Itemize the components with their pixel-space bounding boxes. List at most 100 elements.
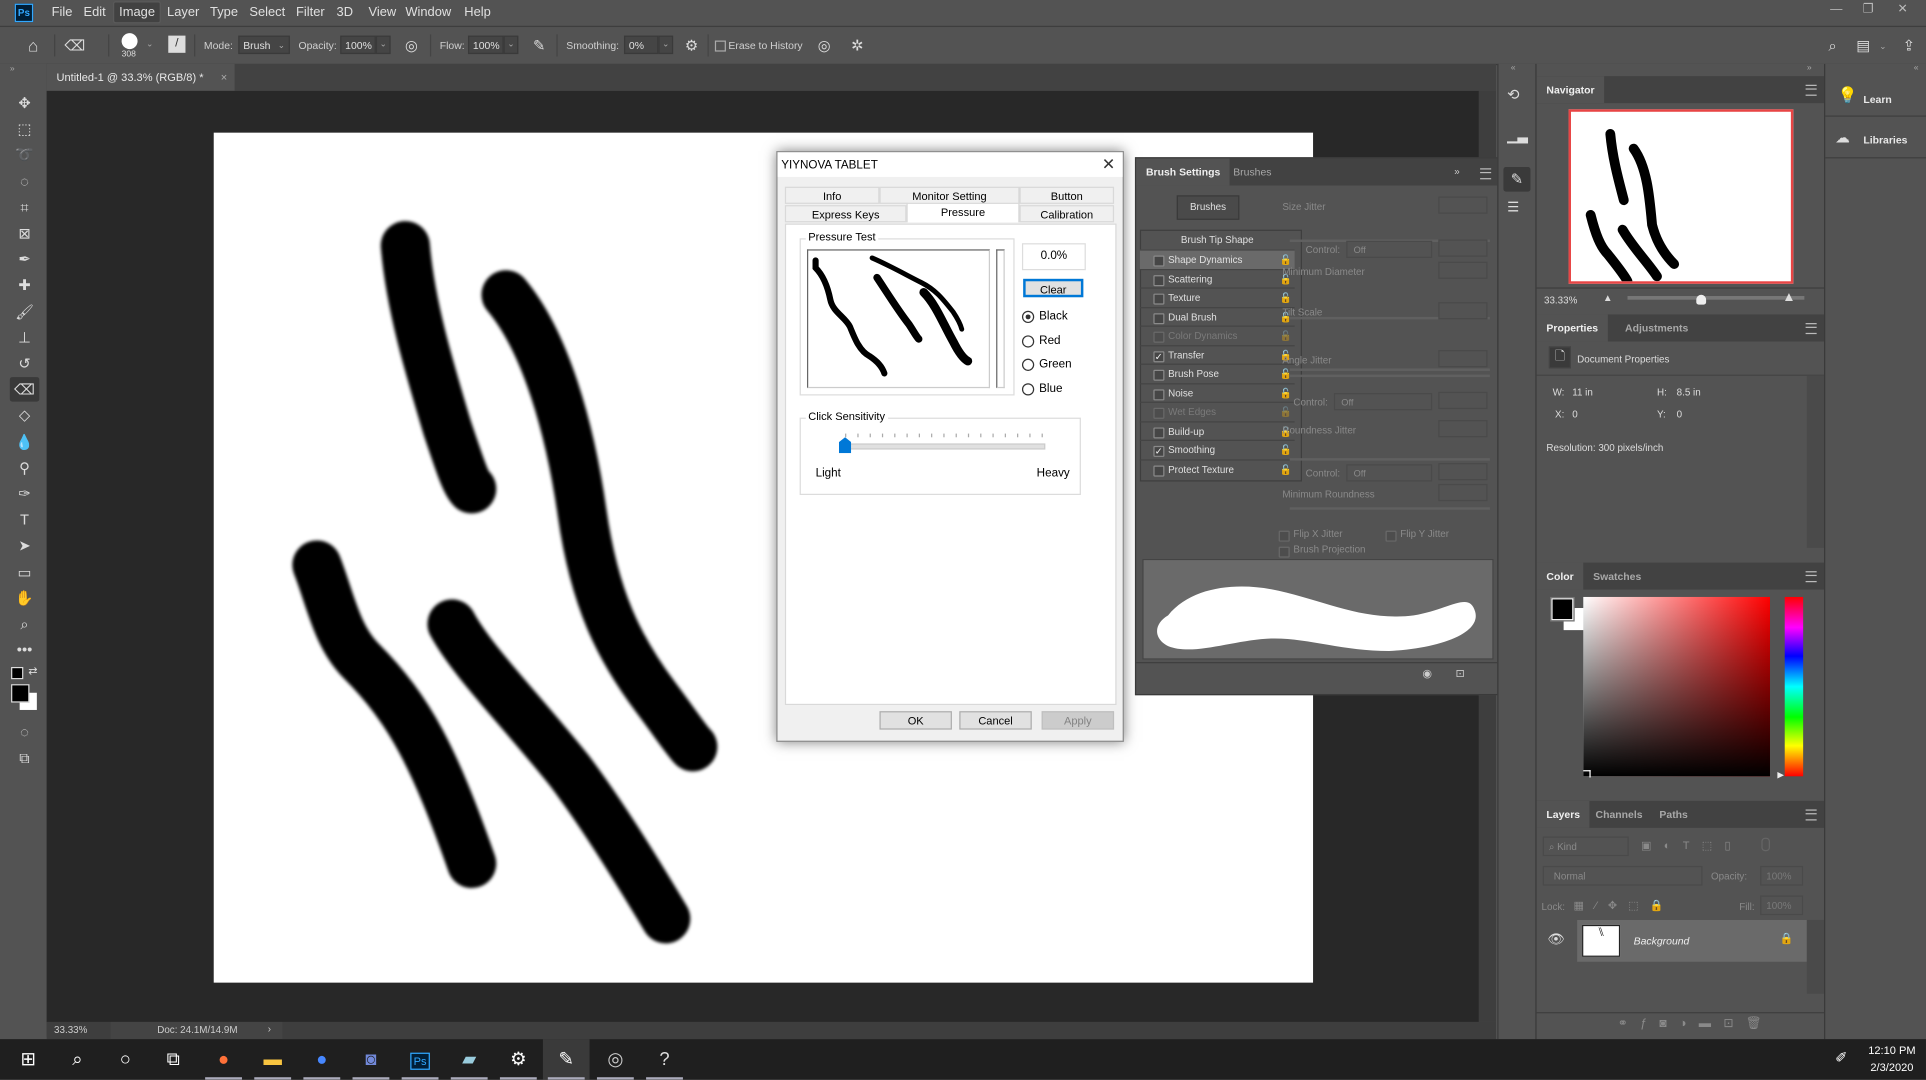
search-icon[interactable]: ⌕ bbox=[1822, 34, 1844, 56]
height-value[interactable]: 8.5 in bbox=[1677, 387, 1701, 398]
libraries-button[interactable]: ☁ Libraries bbox=[1825, 118, 1926, 159]
workspace-icon[interactable]: ▤ bbox=[1852, 34, 1874, 56]
expand-icon[interactable]: » bbox=[1807, 64, 1812, 73]
smoothing-input[interactable]: 0% bbox=[623, 35, 659, 55]
blend-mode-select[interactable]: Normal bbox=[1542, 865, 1703, 886]
tab-channels[interactable]: Channels bbox=[1586, 801, 1653, 828]
size-jitter-control-select[interactable]: Off bbox=[1346, 240, 1433, 258]
angle-jitter-control-input[interactable] bbox=[1438, 391, 1488, 410]
file-explorer-icon[interactable]: ▬ bbox=[249, 1039, 296, 1080]
brush-option-scattering[interactable]: Scattering 🔓 bbox=[1139, 268, 1295, 288]
start-button[interactable]: ⊞ bbox=[5, 1039, 52, 1080]
roundness-jitter-slider[interactable] bbox=[1289, 458, 1490, 461]
brush-option-brush-pose[interactable]: Brush Pose 🔓 bbox=[1139, 363, 1295, 384]
photoshop-taskbar-icon[interactable]: Ps bbox=[397, 1039, 444, 1080]
navigator-zoom[interactable]: 33.33% bbox=[1544, 295, 1577, 306]
zoom-out-icon[interactable]: ▲ bbox=[1603, 292, 1613, 303]
tab-calibration[interactable]: Calibration bbox=[1019, 205, 1115, 223]
y-value[interactable]: 0 bbox=[1677, 409, 1682, 420]
collapse-icon[interactable]: « bbox=[1511, 64, 1516, 73]
history-brush-tool-icon[interactable]: ↺ bbox=[10, 351, 39, 376]
brush-preview-icon[interactable] bbox=[121, 33, 138, 50]
tab-layers[interactable]: Layers bbox=[1536, 800, 1590, 828]
layer-actions[interactable]: ⚭ƒ◙◑▬⊡🗑 bbox=[1618, 1017, 1774, 1031]
notepad-icon[interactable]: ▰ bbox=[446, 1039, 493, 1080]
menu-layer[interactable]: Layer bbox=[162, 2, 204, 22]
firefox-icon[interactable]: ● bbox=[200, 1039, 247, 1080]
navigator-preview[interactable] bbox=[1568, 109, 1794, 287]
size-jitter-input[interactable] bbox=[1438, 196, 1488, 214]
brush-option-shape-dynamics[interactable]: Shape Dynamics 🔓 bbox=[1139, 249, 1295, 269]
restore-button[interactable]: ❐ bbox=[1852, 1, 1884, 18]
menu-view[interactable]: View bbox=[364, 2, 402, 22]
navigator-zoom-slider[interactable] bbox=[1627, 296, 1805, 300]
toggle-preview-icon[interactable]: ◉ bbox=[1422, 667, 1432, 681]
mode-select[interactable]: Brush ⌄ bbox=[238, 35, 290, 55]
chevron-down-icon[interactable]: ⌄ bbox=[1879, 42, 1886, 52]
radio-black[interactable] bbox=[1021, 310, 1035, 324]
panel-menu-icon[interactable] bbox=[1805, 84, 1817, 96]
tab-swatches[interactable]: Swatches bbox=[1583, 563, 1651, 590]
document-tab[interactable]: Untitled-1 @ 33.3% (RGB/8) * × bbox=[46, 63, 235, 91]
menu-help[interactable]: Help bbox=[459, 2, 495, 22]
radio-label-red[interactable]: Red bbox=[1039, 334, 1060, 348]
menu-image[interactable]: Image bbox=[113, 1, 162, 24]
dodge-tool-icon[interactable]: ⚲ bbox=[10, 455, 39, 480]
lock-icon[interactable]: 🔒 bbox=[1780, 932, 1794, 946]
lock-icon[interactable]: 🔓 bbox=[1280, 384, 1292, 402]
airbrush-icon[interactable]: ✎ bbox=[528, 34, 550, 56]
hand-tool-icon[interactable]: ✋ bbox=[10, 586, 39, 611]
radio-green[interactable] bbox=[1021, 359, 1035, 372]
menu-3d[interactable]: 3D bbox=[332, 2, 358, 22]
menu-type[interactable]: Type bbox=[205, 2, 243, 22]
checkbox[interactable] bbox=[1153, 293, 1165, 305]
tab-button[interactable]: Button bbox=[1019, 186, 1115, 204]
size-jitter-control-input[interactable] bbox=[1438, 239, 1488, 257]
task-view-icon[interactable]: ⧉ bbox=[150, 1039, 197, 1080]
menu-window[interactable]: Window bbox=[400, 2, 456, 22]
x-value[interactable]: 0 bbox=[1572, 409, 1577, 420]
tab-properties[interactable]: Properties bbox=[1536, 314, 1608, 342]
brush-presets-icon[interactable]: ☰ bbox=[1507, 199, 1519, 215]
angle-jitter-input[interactable] bbox=[1438, 350, 1488, 368]
minimize-button[interactable]: — bbox=[1820, 1, 1852, 18]
gear-icon[interactable]: ⚙ bbox=[680, 34, 702, 56]
checkbox[interactable] bbox=[1153, 312, 1165, 324]
brush-option-protect-texture[interactable]: Protect Texture 🔓 bbox=[1139, 458, 1295, 479]
filter-toggle[interactable] bbox=[1761, 837, 1770, 852]
foreground-color-swatch[interactable] bbox=[1550, 596, 1575, 622]
ok-button[interactable]: OK bbox=[879, 711, 952, 730]
radio-label-green[interactable]: Green bbox=[1039, 358, 1071, 372]
brushes-button[interactable]: Brushes bbox=[1176, 195, 1240, 220]
frame-tool-icon[interactable]: ⊠ bbox=[10, 221, 39, 246]
checkbox[interactable] bbox=[1153, 331, 1165, 343]
color-picker-marker[interactable] bbox=[1583, 770, 1591, 778]
clear-button[interactable]: Clear bbox=[1023, 278, 1084, 298]
angle-jitter-control-select[interactable]: Off bbox=[1333, 393, 1433, 411]
opacity-dropdown[interactable]: ⌄ bbox=[375, 35, 391, 55]
learn-button[interactable]: 💡 Learn bbox=[1825, 76, 1926, 117]
pressure-opacity-icon[interactable]: ◎ bbox=[400, 34, 422, 56]
smoothing-dropdown[interactable]: ⌄ bbox=[658, 35, 674, 55]
layers-scrollbar[interactable] bbox=[1806, 919, 1825, 994]
type-tool-icon[interactable]: T bbox=[10, 508, 39, 533]
flip-x-checkbox[interactable] bbox=[1278, 530, 1290, 542]
flow-input[interactable]: 100% bbox=[467, 35, 504, 55]
foreground-color-swatch[interactable] bbox=[11, 684, 30, 703]
collapse-panel-icon[interactable]: » bbox=[1454, 166, 1459, 177]
eyedropper-tool-icon[interactable]: ✒ bbox=[10, 247, 39, 272]
radio-label-black[interactable]: Black bbox=[1039, 310, 1068, 324]
panel-menu-icon[interactable] bbox=[1480, 168, 1492, 180]
tablet-driver-icon[interactable]: ✎ bbox=[542, 1039, 590, 1080]
checkbox[interactable] bbox=[1153, 426, 1165, 438]
clock[interactable]: 12:10 PM 2/3/2020 bbox=[1868, 1044, 1915, 1073]
layer-opacity-input[interactable]: 100% bbox=[1760, 865, 1804, 886]
brush-tip-shape[interactable]: Brush Tip Shape bbox=[1140, 231, 1295, 249]
quick-selection-tool-icon[interactable]: ◌ bbox=[10, 169, 39, 194]
brush-tool-icon[interactable]: 🖌 bbox=[10, 299, 39, 324]
lock-icon[interactable]: 🔓 bbox=[1280, 460, 1292, 478]
brush-option-wet-edges[interactable]: Wet Edges 🔓 bbox=[1139, 401, 1295, 422]
history-icon[interactable]: ⟲ bbox=[1507, 86, 1519, 103]
menu-filter[interactable]: Filter bbox=[291, 2, 329, 22]
symmetry-icon[interactable]: ✲ bbox=[846, 34, 868, 56]
